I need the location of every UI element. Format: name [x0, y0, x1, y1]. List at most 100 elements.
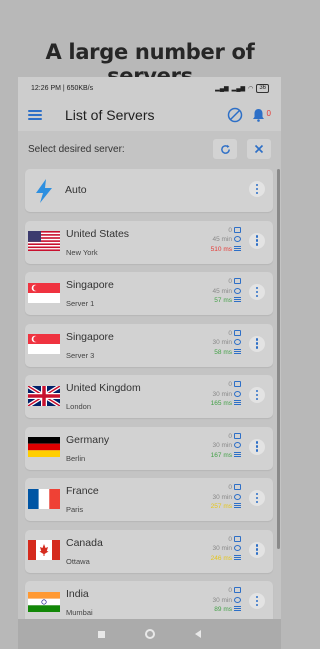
server-time: 45 min [212, 236, 232, 243]
server-stats: 0 45 min 510 ms [211, 226, 241, 255]
server-users: 0 [228, 484, 232, 491]
more-options-button[interactable] [249, 181, 265, 197]
server-users: 0 [228, 535, 232, 543]
server-time: 45 min [212, 287, 232, 295]
signal-bars-icon [234, 400, 241, 407]
users-icon [234, 226, 241, 233]
clock-icon [234, 287, 241, 294]
home-icon[interactable] [145, 629, 155, 639]
page-title: List of Servers [65, 107, 155, 123]
hamburger-menu-icon[interactable] [28, 110, 42, 120]
recents-icon[interactable] [98, 630, 105, 638]
flag-india-icon [28, 591, 60, 612]
status-time: 12:26 PM | 650KB/s [31, 84, 94, 92]
close-button[interactable] [247, 139, 271, 159]
server-stats: 0 30 min 257 ms [211, 483, 241, 512]
lightning-icon [36, 178, 52, 203]
server-city: Berlin [66, 453, 86, 463]
system-nav-bar [18, 619, 281, 649]
server-ping: 167 ms [210, 451, 232, 459]
server-stats: 0 30 min 165 ms [211, 380, 241, 409]
signal-icon: ▂▄▆ [215, 85, 229, 92]
status-bar: 12:26 PM | 650KB/s ▂▄▆ ▂▄▆ ◠ 36 [18, 77, 281, 99]
server-item[interactable]: United States New York 0 45 min 510 ms [25, 220, 273, 264]
server-stats: 0 30 min 246 ms [211, 535, 241, 564]
users-icon [234, 587, 241, 594]
auto-label: Auto [65, 184, 87, 196]
server-item[interactable]: India Mumbai 0 30 min 89 ms [25, 581, 273, 624]
flag-uk-icon [28, 385, 60, 406]
server-item[interactable]: Germany Berlin 0 30 min 167 ms [25, 426, 273, 470]
server-ping: 257 ms [210, 503, 232, 510]
clock-icon [234, 390, 241, 397]
server-city: Server 3 [66, 350, 95, 360]
server-country: Canada [66, 536, 103, 549]
server-country: India [66, 588, 89, 600]
no-ads-icon[interactable] [227, 107, 243, 123]
signal-bars-icon [234, 297, 241, 304]
scrollbar[interactable] [277, 169, 280, 549]
refresh-button[interactable] [213, 139, 237, 159]
users-icon [234, 484, 241, 491]
flag-germany-icon [28, 437, 60, 457]
server-time: 30 min [212, 545, 232, 552]
server-city: Server 1 [66, 299, 95, 308]
server-country: Germany [66, 433, 110, 446]
back-icon[interactable] [195, 630, 201, 638]
users-icon [234, 278, 241, 285]
clock-icon [234, 236, 241, 243]
server-item[interactable]: Singapore Server 3 0 30 min 58 ms [25, 323, 273, 367]
server-city: Ottawa [66, 556, 90, 566]
clock-icon [234, 596, 241, 603]
server-item[interactable]: Singapore Server 1 0 45 min 57 ms [25, 272, 273, 315]
more-options-button[interactable] [249, 438, 265, 455]
server-users: 0 [228, 432, 232, 440]
signal-bars-icon [234, 451, 241, 458]
flag-singapore-icon [28, 334, 60, 354]
server-ping: 58 ms [214, 348, 232, 356]
server-ping: 57 ms [214, 297, 232, 304]
clock-icon [234, 493, 241, 500]
server-country: France [66, 485, 99, 497]
clock-icon [234, 339, 241, 346]
flag-canada-icon [28, 540, 60, 560]
phone-screen: 12:26 PM | 650KB/s ▂▄▆ ▂▄▆ ◠ 36 List of … [18, 77, 281, 649]
signal-bars-icon [234, 348, 241, 355]
server-users: 0 [228, 587, 232, 594]
bell-icon[interactable] [252, 108, 265, 122]
server-city: Mumbai [66, 608, 93, 617]
server-time: 30 min [212, 442, 232, 449]
server-item-auto[interactable]: Auto [25, 169, 273, 212]
clock-icon [234, 545, 241, 552]
server-users: 0 [228, 381, 232, 388]
flag-us-icon [28, 231, 60, 251]
server-stats: 0 30 min 167 ms [211, 432, 241, 461]
server-ping: 246 ms [210, 554, 232, 562]
users-icon [234, 329, 241, 336]
server-users: 0 [228, 226, 232, 234]
more-options-button[interactable] [249, 335, 265, 352]
more-options-button[interactable] [249, 593, 265, 609]
more-options-button[interactable] [249, 387, 265, 403]
signal-icon-2: ▂▄▆ [231, 85, 246, 92]
app-bar: List of Servers 0 [18, 99, 281, 131]
status-icons: ▂▄▆ ▂▄▆ ◠ 36 [215, 83, 269, 93]
users-icon [234, 381, 241, 388]
server-users: 0 [228, 278, 232, 285]
server-item[interactable]: Canada Ottawa 0 30 min 246 ms [25, 529, 273, 573]
more-options-button[interactable] [249, 541, 265, 558]
more-options-button[interactable] [249, 284, 265, 300]
clock-icon [234, 442, 241, 449]
server-item[interactable]: France Paris 0 30 min 257 ms [25, 478, 273, 521]
server-country: United States [66, 227, 130, 240]
notification-count: 0 [266, 108, 271, 118]
more-options-button[interactable] [249, 232, 265, 249]
signal-bars-icon [234, 503, 241, 510]
server-list: Auto United States New York 0 45 min 510… [25, 169, 273, 633]
more-options-button[interactable] [249, 490, 265, 506]
flag-france-icon [28, 488, 60, 509]
server-item[interactable]: United Kingdom London 0 30 min 165 ms [25, 375, 273, 418]
wifi-icon: ◠ [248, 85, 254, 92]
server-city: London [66, 402, 92, 411]
server-time: 30 min [212, 596, 232, 604]
